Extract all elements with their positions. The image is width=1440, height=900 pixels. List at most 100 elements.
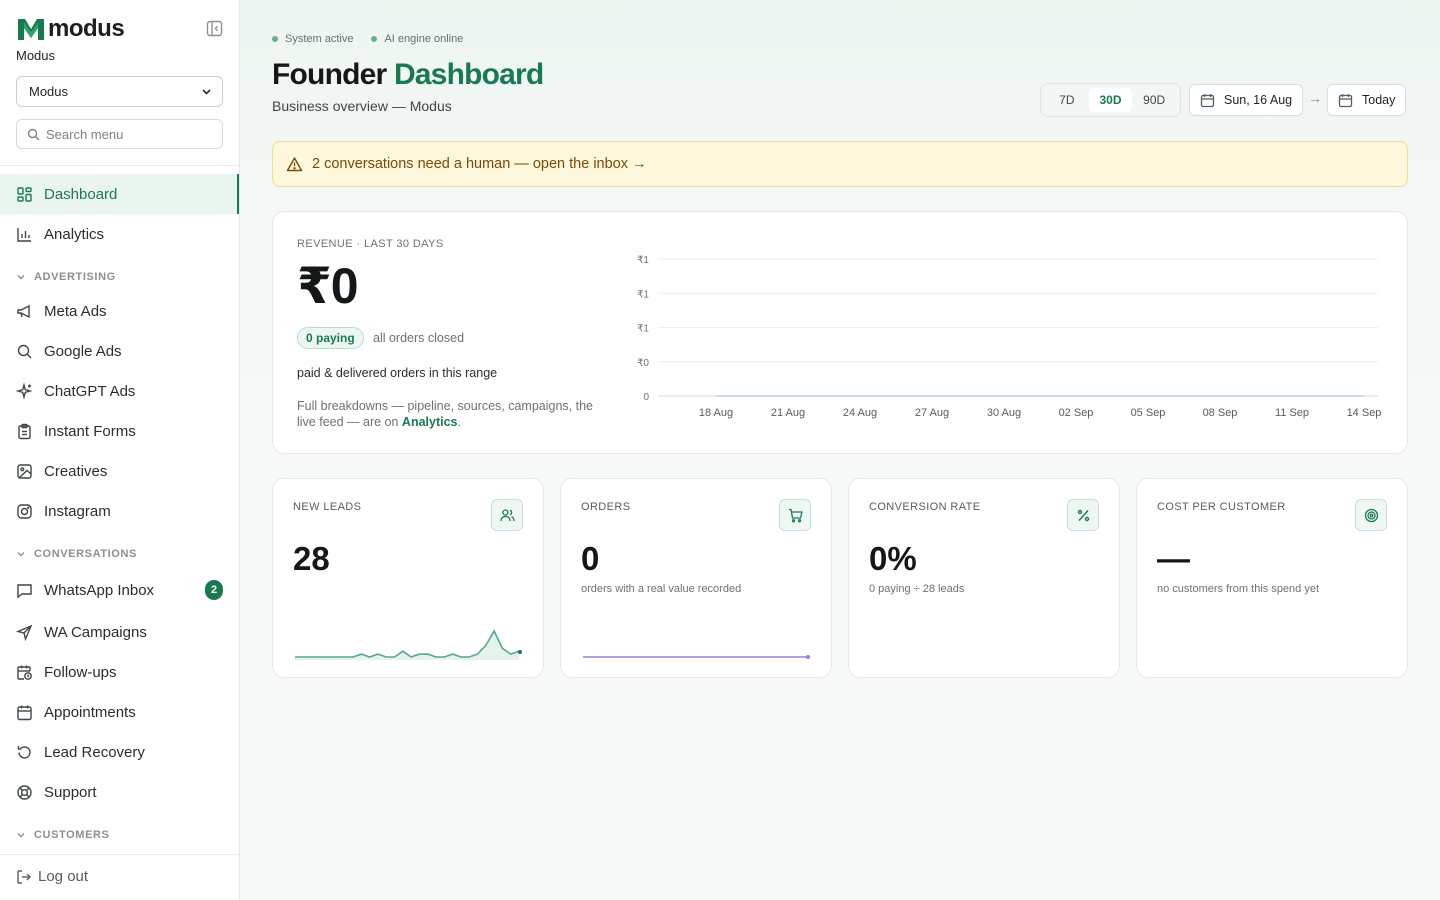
sidebar-item-appointments[interactable]: Appointments (0, 692, 239, 732)
modus-logo-icon (18, 19, 44, 40)
sidebar: modus Modus Modus Search menu Dashboard … (0, 0, 240, 900)
kpi-subtext: orders with a real value recorded (581, 583, 742, 595)
chart-y-tick-label: ₹1 (637, 289, 649, 300)
sidebar-item-instant-forms[interactable]: Instant Forms (0, 411, 239, 451)
sidebar-section-label: CUSTOMERS (34, 829, 110, 841)
status-text: System active (285, 33, 354, 45)
life-buoy-icon (17, 784, 32, 800)
search-menu-input[interactable]: Search menu (16, 119, 223, 149)
sidebar-item-label: Instagram (44, 502, 111, 520)
main-content: System active AI engine online Founder D… (240, 0, 1440, 900)
sidebar-bottom-divider (0, 854, 239, 855)
workspace-select[interactable]: Modus (16, 76, 223, 107)
kpi-card-orders: ORDERS 0 orders with a real value record… (560, 478, 832, 678)
logout-icon (17, 869, 31, 884)
chart-x-tick-label: 08 Sep (1203, 407, 1238, 419)
chart-x-tick-label: 27 Aug (915, 407, 949, 419)
sidebar-item-label: Dashboard (44, 185, 118, 203)
sidebar-section-label: CONVERSATIONS (34, 548, 137, 560)
page-subtitle: Business overview — Modus (272, 98, 452, 114)
chart-x-tick-label: 11 Sep (1275, 407, 1309, 419)
sidebar-section-conversations[interactable]: CONVERSATIONS (16, 546, 137, 562)
range-90d-button[interactable]: 90D (1132, 88, 1176, 112)
unread-count-badge: 2 (205, 580, 223, 600)
status-dot-icon (371, 36, 378, 42)
sidebar-item-label: Google Ads (44, 342, 122, 360)
chevron-down-icon (17, 552, 25, 557)
sidebar-item-chatgpt-ads[interactable]: ChatGPT Ads (0, 371, 239, 411)
chevron-down-icon (202, 89, 211, 95)
sidebar-item-label: Follow-ups (44, 663, 117, 681)
kpi-value: — (1157, 540, 1190, 577)
kpi-value: 28 (293, 540, 330, 577)
revenue-card: REVENUE · LAST 30 DAYS ₹0 0 paying all o… (272, 211, 1408, 454)
sidebar-item-label: Meta Ads (44, 302, 107, 320)
instagram-icon (17, 503, 32, 519)
revenue-description: paid & delivered orders in this range (297, 366, 498, 380)
sidebar-item-google-ads[interactable]: Google Ads (0, 331, 239, 371)
date-to-button[interactable]: Today (1327, 84, 1407, 116)
bar-chart-icon (17, 227, 31, 242)
sidebar-item-wa-campaigns[interactable]: WA Campaigns (0, 612, 239, 652)
warning-icon (286, 156, 303, 171)
sidebar-item-label: Analytics (44, 225, 105, 243)
status-text: AI engine online (384, 33, 464, 45)
analytics-link[interactable]: Analytics (402, 415, 458, 429)
date-range-arrow: → (1308, 90, 1322, 106)
users-icon (499, 508, 515, 521)
chart-x-tick-label: 02 Sep (1059, 407, 1094, 419)
calendar-icon (17, 705, 32, 720)
sidebar-collapse-icon[interactable] (206, 20, 223, 37)
percent-icon (1077, 509, 1089, 521)
human-needed-alert[interactable]: 2 conversations need a human — open the … (272, 141, 1408, 187)
sidebar-item-whatsapp-inbox[interactable]: WhatsApp Inbox 2 (0, 570, 239, 610)
kpi-subtext: no customers from this spend yet (1157, 583, 1320, 595)
chart-x-tick-label: 21 Aug (771, 407, 805, 419)
chart-y-tick-label: 0 (643, 392, 649, 403)
kpi-value: 0% (869, 540, 917, 577)
kpi-value: 0 (581, 540, 600, 577)
chart-x-tick-label: 14 Sep (1347, 407, 1382, 419)
chart-y-tick-label: ₹1 (637, 324, 649, 335)
dashboard-icon (17, 186, 32, 202)
range-7d-button[interactable]: 7D (1045, 88, 1089, 112)
logout-button[interactable]: Log out (16, 868, 88, 885)
kpi-icon-box (1355, 499, 1387, 531)
sidebar-item-label: WhatsApp Inbox (44, 581, 155, 599)
target-icon (1364, 508, 1378, 522)
sidebar-item-analytics[interactable]: Analytics (0, 214, 239, 254)
sidebar-item-lead-recovery[interactable]: Lead Recovery (0, 732, 239, 772)
date-to-label: Today (1362, 93, 1396, 107)
brand-logo[interactable]: modus (16, 16, 125, 42)
search-icon (17, 344, 32, 358)
sparkline-end-dot (806, 655, 810, 659)
sidebar-item-label: Creatives (44, 462, 108, 480)
status-system: System active (272, 33, 353, 45)
chevron-down-icon (17, 275, 25, 280)
sidebar-item-label: Lead Recovery (44, 743, 145, 761)
date-from-button[interactable]: Sun, 16 Aug (1189, 84, 1304, 116)
chart-x-tick-label: 18 Aug (699, 407, 733, 419)
sidebar-section-label: ADVERTISING (34, 271, 116, 283)
message-icon (17, 583, 32, 598)
send-icon (16, 624, 33, 641)
sidebar-item-follow-ups[interactable]: Follow-ups (0, 652, 239, 692)
sidebar-item-instagram[interactable]: Instagram (0, 491, 239, 531)
workspace-name: Modus (16, 48, 56, 63)
new-leads-sparkline (295, 629, 522, 660)
sidebar-section-customers[interactable]: CUSTOMERS (16, 827, 109, 843)
range-30d-button[interactable]: 30D (1088, 88, 1133, 112)
footnote-end: . (457, 415, 461, 429)
date-from-label: Sun, 16 Aug (1224, 93, 1293, 107)
alert-text: 2 conversations need a human — open the … (312, 156, 647, 172)
sidebar-section-advertising[interactable]: ADVERTISING (16, 269, 116, 285)
image-icon (17, 463, 32, 479)
page-title: Founder Dashboard (272, 57, 544, 93)
calendar-icon (1338, 93, 1353, 107)
sidebar-item-dashboard[interactable]: Dashboard (0, 174, 239, 214)
sidebar-item-support[interactable]: Support (0, 772, 239, 812)
sidebar-item-creatives[interactable]: Creatives (0, 451, 239, 491)
chevron-down-icon (17, 833, 25, 838)
sidebar-item-meta-ads[interactable]: Meta Ads (0, 291, 239, 331)
kpi-label: NEW LEADS (293, 501, 362, 513)
